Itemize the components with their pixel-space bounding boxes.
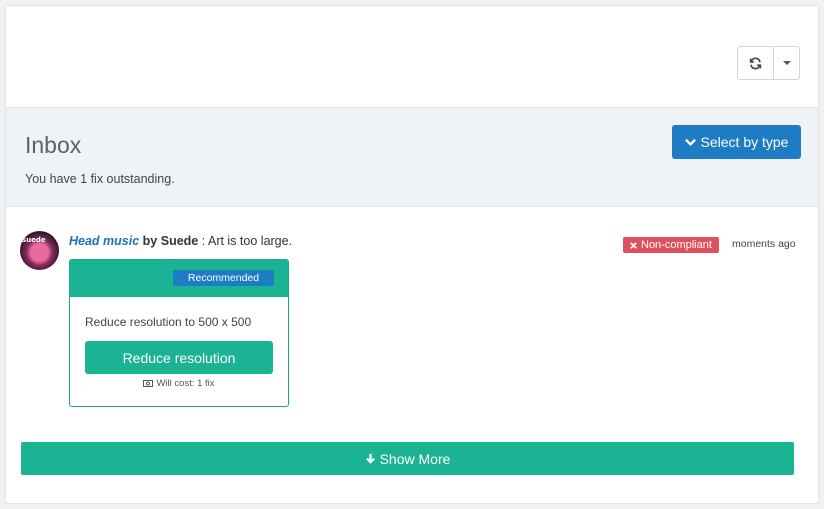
fix-cost: Will cost: 1 fix	[70, 378, 288, 389]
fix-card: Recommended Reduce resolution to 500 x 5…	[69, 259, 289, 407]
show-more-label: Show More	[379, 450, 451, 467]
fix-card-header: Recommended	[70, 260, 288, 297]
status-badge-label: Non-compliant	[641, 239, 712, 251]
fix-description: Reduce resolution to 500 x 500	[85, 315, 252, 329]
artist-name: Suede	[160, 234, 199, 248]
money-icon	[143, 380, 154, 387]
recommended-badge: Recommended	[173, 270, 274, 286]
refresh-icon	[750, 57, 762, 69]
refresh-button[interactable]	[738, 47, 775, 79]
refresh-button-group	[737, 46, 800, 80]
status-badge: Non-compliant	[623, 237, 719, 253]
top-toolbar	[6, 6, 818, 107]
avatar-text: suede	[22, 236, 46, 244]
item-summary: Head music by Suede : Art is too large.	[69, 234, 292, 248]
close-icon	[630, 241, 637, 249]
refresh-options-dropdown[interactable]	[774, 47, 799, 79]
select-by-type-label: Select by type	[700, 134, 789, 150]
item-title-link[interactable]: Head music	[69, 234, 139, 248]
inbox-subtitle: You have 1 fix outstanding.	[25, 172, 175, 186]
avatar: suede	[20, 231, 59, 270]
page-title: Inbox	[25, 132, 82, 158]
show-more-button[interactable]: Show More	[21, 442, 794, 475]
timestamp: moments ago	[732, 238, 796, 250]
page-frame: Inbox You have 1 fix outstanding. Select…	[5, 5, 819, 504]
by-label: by	[142, 234, 158, 248]
issue-text: : Art is too large.	[201, 234, 293, 248]
caret-down-icon	[782, 61, 791, 65]
select-by-type-button[interactable]: Select by type	[672, 125, 801, 159]
arrow-down-icon	[365, 453, 375, 464]
reduce-resolution-button[interactable]: Reduce resolution	[85, 341, 273, 374]
chevron-down-icon	[684, 138, 696, 146]
fix-cost-label: Will cost: 1 fix	[156, 378, 215, 389]
inbox-header: Inbox You have 1 fix outstanding. Select…	[6, 107, 818, 207]
